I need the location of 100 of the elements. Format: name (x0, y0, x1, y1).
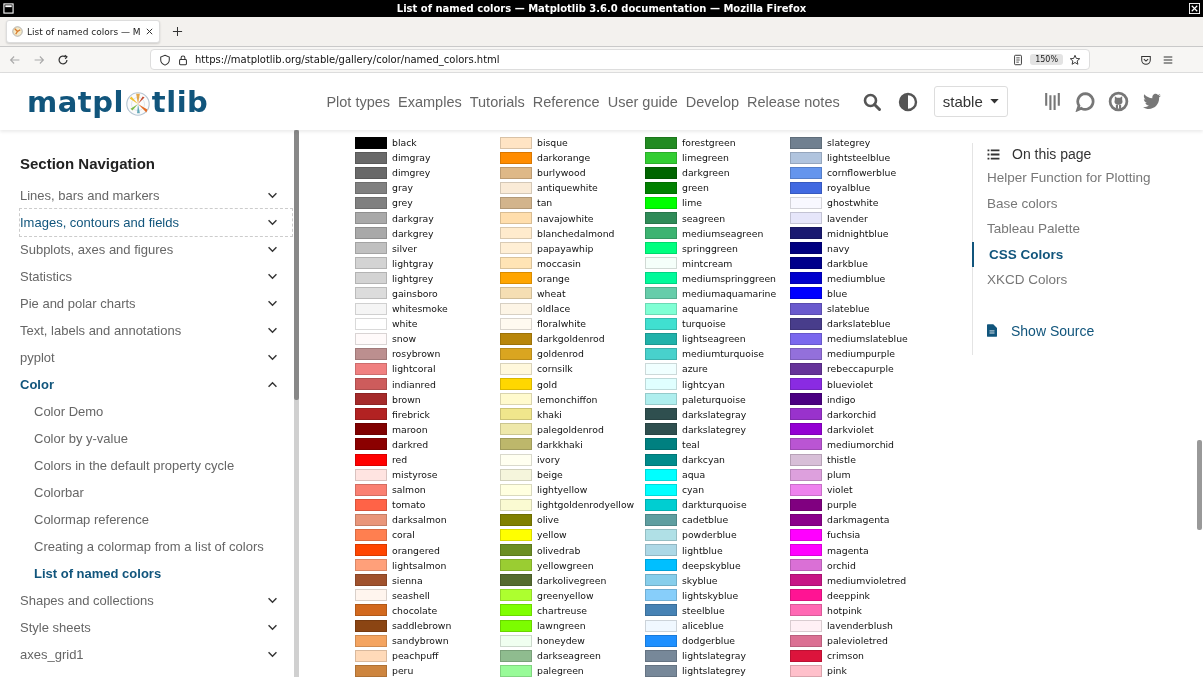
nav-link[interactable]: User guide (607, 93, 678, 110)
nav-section-item[interactable]: Color (20, 371, 292, 398)
color-name: dodgerblue (682, 635, 736, 647)
toc-link[interactable]: Tableau Palette (987, 216, 1194, 242)
nav-link[interactable]: Tutorials (469, 93, 525, 110)
color-name: paleturquoise (682, 393, 746, 405)
color-name: mediumturquoise (682, 348, 765, 360)
scrollbar-thumb[interactable] (1197, 440, 1202, 530)
browser-tab[interactable]: List of named colors — M (6, 20, 160, 43)
chevron-down-icon[interactable] (267, 327, 278, 334)
color-name: seagreen (682, 212, 726, 224)
color-name: mistyrose (392, 469, 438, 481)
search-icon[interactable] (861, 91, 882, 112)
color-name: aqua (682, 469, 706, 481)
color-name: sienna (392, 574, 423, 586)
nav-link[interactable]: Plot types (326, 93, 391, 110)
color-name: silver (392, 242, 418, 254)
show-source-link[interactable]: Show Source (987, 322, 1194, 339)
color-name: dimgrey (392, 167, 431, 179)
color-name: firebrick (392, 408, 430, 420)
chevron-up-icon[interactable] (267, 381, 278, 388)
nav-section-item[interactable]: Text, labels and annotations (20, 317, 292, 344)
color-name: blueviolet (827, 378, 873, 390)
color-name: lightslategrey (682, 665, 746, 677)
nav-section-item[interactable]: pyplot (20, 344, 292, 371)
pocket-icon[interactable] (1140, 53, 1152, 66)
nav-section-item[interactable]: Shapes and collections (20, 587, 292, 614)
section-heading: Section Navigation (20, 153, 157, 174)
nav-section-item[interactable]: Statistics (20, 263, 292, 290)
new-tab-icon[interactable] (171, 26, 183, 37)
theme-toggle-icon[interactable] (897, 91, 918, 112)
nav-link[interactable]: Release notes (747, 93, 840, 110)
nav-page-link[interactable]: Colorbar (20, 479, 302, 506)
color-name: purple (827, 499, 857, 511)
color-name: mediumseagreen (682, 227, 764, 239)
chevron-down-icon[interactable] (267, 354, 278, 361)
color-name: indigo (827, 393, 856, 405)
nav-section-item[interactable]: Images, contours and fields (20, 209, 292, 236)
color-name: mediumorchid (827, 438, 894, 450)
star-icon[interactable] (1069, 53, 1081, 66)
nav-page-link[interactable]: Colors in the default property cycle (20, 452, 302, 479)
nav-link[interactable]: Examples (398, 93, 462, 110)
nav-page-link[interactable]: Colormap reference (20, 506, 302, 533)
chat-bubble-icon[interactable] (1074, 91, 1096, 112)
nav-link[interactable]: Develop (685, 93, 739, 110)
window-menu-icon[interactable] (3, 3, 14, 14)
site-logo[interactable]: matpl tlib (27, 84, 209, 119)
chevron-down-icon[interactable] (267, 246, 278, 253)
version-dropdown[interactable]: stable (933, 86, 1008, 117)
reload-icon[interactable] (56, 52, 70, 67)
color-name: darkslateblue (827, 318, 891, 330)
toc-link[interactable]: CSS Colors (972, 241, 1194, 267)
color-name: darkorange (537, 152, 591, 164)
chevron-down-icon[interactable] (267, 597, 278, 604)
reader-view-icon[interactable] (1012, 53, 1025, 66)
document-icon (987, 324, 997, 337)
color-name: greenyellow (537, 589, 594, 601)
color-name: orange (537, 272, 570, 284)
chevron-down-icon[interactable] (267, 651, 278, 658)
address-bar[interactable]: https://matplotlib.org/stable/gallery/color/named_colors.html 150% (150, 49, 1090, 70)
toc-link[interactable]: Base colors (987, 190, 1194, 216)
color-name: sandybrown (392, 635, 449, 647)
color-name: mediumslateblue (827, 333, 908, 345)
menu-icon[interactable] (1162, 53, 1174, 66)
cat-icon[interactable] (1107, 91, 1129, 112)
scrollbar-thumb[interactable] (294, 130, 299, 400)
toc-link[interactable]: Helper Function for Plotting (987, 165, 1194, 191)
nav-section-item[interactable]: axes_grid1 (20, 641, 292, 668)
chevron-down-icon[interactable] (267, 624, 278, 631)
color-name: forestgreen (682, 137, 736, 149)
nav-section-item[interactable]: Subplots, axes and figures (20, 236, 292, 263)
toc-link[interactable]: XKCD Colors (987, 267, 1194, 293)
color-name: olivedrab (537, 544, 581, 556)
close-icon[interactable] (1189, 3, 1200, 14)
color-name: midnightblue (827, 227, 889, 239)
color-name: lightcyan (682, 378, 725, 390)
nav-page-link[interactable]: Color Demo (20, 398, 302, 425)
color-name: black (392, 137, 417, 149)
chevron-down-icon[interactable] (267, 300, 278, 307)
color-name: green (682, 182, 709, 194)
color-name: chocolate (392, 604, 438, 616)
zoom-level-button[interactable]: 150% (1030, 54, 1063, 65)
color-name: palegoldenrod (537, 423, 604, 435)
nav-section-item[interactable]: Lines, bars and markers (20, 182, 292, 209)
nav-page-link[interactable]: Color by y-value (20, 425, 302, 452)
close-tab-icon[interactable] (144, 27, 154, 36)
color-name: lightyellow (537, 484, 588, 496)
nav-page-link[interactable]: List of named colors (20, 560, 302, 587)
color-name: darkseagreen (537, 650, 601, 662)
chevron-down-icon[interactable] (267, 273, 278, 280)
nav-link[interactable]: Reference (532, 93, 600, 110)
caret-icon (989, 99, 999, 104)
chevron-down-icon[interactable] (267, 192, 278, 199)
window-title: List of named colors — Matplotlib 3.6.0 documentation — Mozilla Firefox (395, 3, 808, 14)
nav-page-link[interactable]: Creating a colormap from a list of colors (20, 533, 302, 560)
color-name: mediumvioletred (827, 574, 907, 586)
nav-section-item[interactable]: Style sheets (20, 614, 292, 641)
color-name: lavender (827, 212, 868, 224)
nav-section-item[interactable]: Pie and polar charts (20, 290, 292, 317)
chevron-down-icon[interactable] (267, 219, 278, 226)
